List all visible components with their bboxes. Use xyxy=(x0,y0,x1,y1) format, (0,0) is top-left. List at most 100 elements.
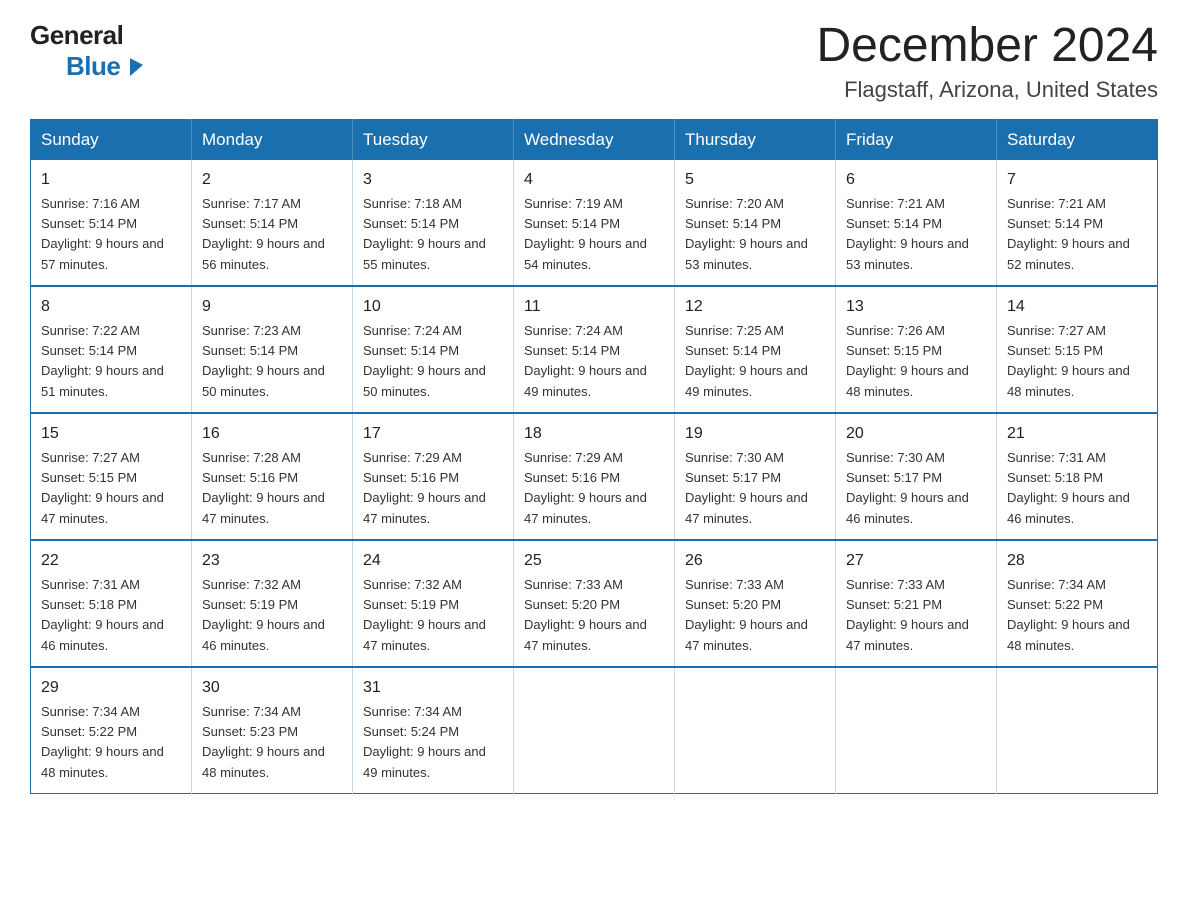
day-number: 11 xyxy=(524,295,664,319)
calendar-cell: 25 Sunrise: 7:33 AMSunset: 5:20 PMDaylig… xyxy=(514,540,675,667)
calendar-week-2: 8 Sunrise: 7:22 AMSunset: 5:14 PMDayligh… xyxy=(31,286,1158,413)
day-number: 28 xyxy=(1007,549,1147,573)
calendar-cell: 6 Sunrise: 7:21 AMSunset: 5:14 PMDayligh… xyxy=(836,160,997,286)
day-number: 27 xyxy=(846,549,986,573)
calendar-cell: 13 Sunrise: 7:26 AMSunset: 5:15 PMDaylig… xyxy=(836,286,997,413)
day-number: 2 xyxy=(202,168,342,192)
day-info: Sunrise: 7:31 AMSunset: 5:18 PMDaylight:… xyxy=(1007,450,1130,526)
day-info: Sunrise: 7:21 AMSunset: 5:14 PMDaylight:… xyxy=(1007,196,1130,272)
calendar-cell xyxy=(514,667,675,794)
calendar-cell: 31 Sunrise: 7:34 AMSunset: 5:24 PMDaylig… xyxy=(353,667,514,794)
day-info: Sunrise: 7:29 AMSunset: 5:16 PMDaylight:… xyxy=(524,450,647,526)
day-number: 5 xyxy=(685,168,825,192)
day-info: Sunrise: 7:34 AMSunset: 5:22 PMDaylight:… xyxy=(41,704,164,780)
calendar-cell: 26 Sunrise: 7:33 AMSunset: 5:20 PMDaylig… xyxy=(675,540,836,667)
day-info: Sunrise: 7:20 AMSunset: 5:14 PMDaylight:… xyxy=(685,196,808,272)
weekday-header-saturday: Saturday xyxy=(997,119,1158,160)
day-number: 14 xyxy=(1007,295,1147,319)
day-number: 24 xyxy=(363,549,503,573)
day-info: Sunrise: 7:33 AMSunset: 5:21 PMDaylight:… xyxy=(846,577,969,653)
calendar-cell: 18 Sunrise: 7:29 AMSunset: 5:16 PMDaylig… xyxy=(514,413,675,540)
calendar-cell: 1 Sunrise: 7:16 AMSunset: 5:14 PMDayligh… xyxy=(31,160,192,286)
day-info: Sunrise: 7:34 AMSunset: 5:23 PMDaylight:… xyxy=(202,704,325,780)
day-info: Sunrise: 7:24 AMSunset: 5:14 PMDaylight:… xyxy=(524,323,647,399)
calendar-cell: 24 Sunrise: 7:32 AMSunset: 5:19 PMDaylig… xyxy=(353,540,514,667)
day-number: 8 xyxy=(41,295,181,319)
calendar-cell: 23 Sunrise: 7:32 AMSunset: 5:19 PMDaylig… xyxy=(192,540,353,667)
calendar-week-5: 29 Sunrise: 7:34 AMSunset: 5:22 PMDaylig… xyxy=(31,667,1158,794)
calendar-week-4: 22 Sunrise: 7:31 AMSunset: 5:18 PMDaylig… xyxy=(31,540,1158,667)
calendar-cell xyxy=(997,667,1158,794)
day-number: 12 xyxy=(685,295,825,319)
day-number: 6 xyxy=(846,168,986,192)
calendar-cell xyxy=(675,667,836,794)
weekday-header-friday: Friday xyxy=(836,119,997,160)
weekday-header-monday: Monday xyxy=(192,119,353,160)
calendar-cell: 27 Sunrise: 7:33 AMSunset: 5:21 PMDaylig… xyxy=(836,540,997,667)
calendar-cell: 11 Sunrise: 7:24 AMSunset: 5:14 PMDaylig… xyxy=(514,286,675,413)
day-number: 20 xyxy=(846,422,986,446)
day-number: 25 xyxy=(524,549,664,573)
day-info: Sunrise: 7:32 AMSunset: 5:19 PMDaylight:… xyxy=(202,577,325,653)
calendar-cell: 2 Sunrise: 7:17 AMSunset: 5:14 PMDayligh… xyxy=(192,160,353,286)
day-info: Sunrise: 7:29 AMSunset: 5:16 PMDaylight:… xyxy=(363,450,486,526)
day-number: 1 xyxy=(41,168,181,192)
day-number: 17 xyxy=(363,422,503,446)
day-info: Sunrise: 7:31 AMSunset: 5:18 PMDaylight:… xyxy=(41,577,164,653)
calendar-body: 1 Sunrise: 7:16 AMSunset: 5:14 PMDayligh… xyxy=(31,160,1158,794)
day-info: Sunrise: 7:32 AMSunset: 5:19 PMDaylight:… xyxy=(363,577,486,653)
day-info: Sunrise: 7:27 AMSunset: 5:15 PMDaylight:… xyxy=(41,450,164,526)
calendar-cell: 4 Sunrise: 7:19 AMSunset: 5:14 PMDayligh… xyxy=(514,160,675,286)
calendar-cell: 19 Sunrise: 7:30 AMSunset: 5:17 PMDaylig… xyxy=(675,413,836,540)
day-number: 13 xyxy=(846,295,986,319)
calendar-cell: 30 Sunrise: 7:34 AMSunset: 5:23 PMDaylig… xyxy=(192,667,353,794)
day-info: Sunrise: 7:30 AMSunset: 5:17 PMDaylight:… xyxy=(685,450,808,526)
day-number: 7 xyxy=(1007,168,1147,192)
calendar-cell: 29 Sunrise: 7:34 AMSunset: 5:22 PMDaylig… xyxy=(31,667,192,794)
day-info: Sunrise: 7:22 AMSunset: 5:14 PMDaylight:… xyxy=(41,323,164,399)
day-info: Sunrise: 7:21 AMSunset: 5:14 PMDaylight:… xyxy=(846,196,969,272)
weekday-header-row: SundayMondayTuesdayWednesdayThursdayFrid… xyxy=(31,119,1158,160)
day-number: 19 xyxy=(685,422,825,446)
day-info: Sunrise: 7:25 AMSunset: 5:14 PMDaylight:… xyxy=(685,323,808,399)
day-number: 26 xyxy=(685,549,825,573)
day-info: Sunrise: 7:34 AMSunset: 5:24 PMDaylight:… xyxy=(363,704,486,780)
logo-blue: Blue xyxy=(66,51,143,82)
day-info: Sunrise: 7:34 AMSunset: 5:22 PMDaylight:… xyxy=(1007,577,1130,653)
day-info: Sunrise: 7:18 AMSunset: 5:14 PMDaylight:… xyxy=(363,196,486,272)
day-number: 29 xyxy=(41,676,181,700)
calendar-week-3: 15 Sunrise: 7:27 AMSunset: 5:15 PMDaylig… xyxy=(31,413,1158,540)
day-info: Sunrise: 7:16 AMSunset: 5:14 PMDaylight:… xyxy=(41,196,164,272)
calendar-cell: 8 Sunrise: 7:22 AMSunset: 5:14 PMDayligh… xyxy=(31,286,192,413)
day-info: Sunrise: 7:28 AMSunset: 5:16 PMDaylight:… xyxy=(202,450,325,526)
day-number: 21 xyxy=(1007,422,1147,446)
logo-general: General xyxy=(30,20,143,51)
calendar-week-1: 1 Sunrise: 7:16 AMSunset: 5:14 PMDayligh… xyxy=(31,160,1158,286)
calendar-cell: 22 Sunrise: 7:31 AMSunset: 5:18 PMDaylig… xyxy=(31,540,192,667)
calendar-cell: 10 Sunrise: 7:24 AMSunset: 5:14 PMDaylig… xyxy=(353,286,514,413)
calendar-cell: 3 Sunrise: 7:18 AMSunset: 5:14 PMDayligh… xyxy=(353,160,514,286)
weekday-header-thursday: Thursday xyxy=(675,119,836,160)
calendar-cell: 20 Sunrise: 7:30 AMSunset: 5:17 PMDaylig… xyxy=(836,413,997,540)
calendar-table: SundayMondayTuesdayWednesdayThursdayFrid… xyxy=(30,119,1158,794)
day-number: 22 xyxy=(41,549,181,573)
calendar-cell: 17 Sunrise: 7:29 AMSunset: 5:16 PMDaylig… xyxy=(353,413,514,540)
day-info: Sunrise: 7:33 AMSunset: 5:20 PMDaylight:… xyxy=(685,577,808,653)
calendar-cell: 9 Sunrise: 7:23 AMSunset: 5:14 PMDayligh… xyxy=(192,286,353,413)
calendar-cell: 15 Sunrise: 7:27 AMSunset: 5:15 PMDaylig… xyxy=(31,413,192,540)
calendar-cell: 12 Sunrise: 7:25 AMSunset: 5:14 PMDaylig… xyxy=(675,286,836,413)
day-info: Sunrise: 7:23 AMSunset: 5:14 PMDaylight:… xyxy=(202,323,325,399)
day-info: Sunrise: 7:19 AMSunset: 5:14 PMDaylight:… xyxy=(524,196,647,272)
day-number: 15 xyxy=(41,422,181,446)
day-info: Sunrise: 7:17 AMSunset: 5:14 PMDaylight:… xyxy=(202,196,325,272)
weekday-header-wednesday: Wednesday xyxy=(514,119,675,160)
day-info: Sunrise: 7:24 AMSunset: 5:14 PMDaylight:… xyxy=(363,323,486,399)
day-number: 23 xyxy=(202,549,342,573)
calendar-cell xyxy=(836,667,997,794)
day-info: Sunrise: 7:33 AMSunset: 5:20 PMDaylight:… xyxy=(524,577,647,653)
calendar-cell: 5 Sunrise: 7:20 AMSunset: 5:14 PMDayligh… xyxy=(675,160,836,286)
location-subtitle: Flagstaff, Arizona, United States xyxy=(816,77,1158,103)
title-block: December 2024 Flagstaff, Arizona, United… xyxy=(816,20,1158,103)
day-number: 31 xyxy=(363,676,503,700)
calendar-header: SundayMondayTuesdayWednesdayThursdayFrid… xyxy=(31,119,1158,160)
